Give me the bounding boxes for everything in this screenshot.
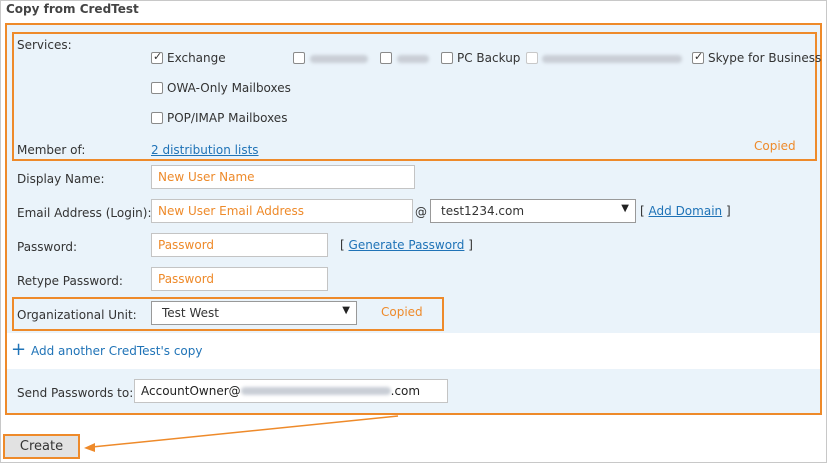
blurred-service-label — [397, 55, 429, 63]
pop-imap-label: POP/IMAP Mailboxes — [167, 111, 288, 125]
copied-indicator: Copied — [754, 139, 796, 153]
chevron-down-icon: ▼ — [621, 203, 629, 214]
bracket-open: [ — [640, 204, 645, 218]
services-label: Services: — [17, 38, 72, 52]
email-input[interactable]: New User Email Address — [151, 199, 413, 223]
display-name-input[interactable]: New User Name — [151, 165, 415, 189]
ou-label: Organizational Unit: — [17, 308, 137, 322]
member-of-label: Member of: — [17, 143, 86, 157]
send-email-prefix: AccountOwner@ — [141, 384, 241, 398]
domain-value: test1234.com — [441, 204, 525, 218]
bracket-open: [ — [340, 238, 345, 252]
domain-select[interactable]: test1234.com ▼ — [430, 199, 636, 223]
exchange-checkbox[interactable] — [151, 50, 163, 64]
display-name-label: Display Name: — [17, 172, 105, 186]
service-checkbox-3[interactable] — [380, 52, 392, 64]
chevron-down-icon: ▼ — [342, 305, 350, 316]
plus-icon[interactable]: + — [11, 341, 26, 359]
skype-label: Skype for Business — [708, 51, 822, 65]
add-copy-link[interactable]: Add another CredTest's copy — [31, 344, 203, 358]
add-domain-group: [ Add Domain ] — [640, 204, 731, 218]
distribution-lists-link[interactable]: 2 distribution lists — [151, 143, 259, 157]
bracket-close: ] — [468, 238, 473, 252]
ou-value: Test West — [162, 306, 219, 320]
owa-label: OWA-Only Mailboxes — [167, 81, 291, 95]
bracket-close: ] — [725, 204, 731, 218]
blurred-service-label — [542, 55, 682, 63]
ou-select[interactable]: Test West ▼ — [151, 301, 357, 325]
generate-password-link[interactable]: Generate Password — [349, 238, 465, 252]
email-label: Email Address (Login): — [17, 206, 152, 220]
owa-checkbox[interactable] — [151, 82, 163, 94]
generate-password-group: [ Generate Password ] — [340, 238, 473, 252]
send-passwords-label: Send Passwords to: — [17, 386, 134, 400]
pc-backup-checkbox[interactable] — [441, 52, 453, 64]
pc-backup-label: PC Backup — [457, 51, 521, 65]
exchange-label: Exchange — [167, 51, 226, 65]
create-button[interactable]: Create — [3, 434, 80, 459]
add-domain-link[interactable]: Add Domain — [649, 204, 723, 218]
retype-password-input[interactable]: Password — [151, 267, 328, 291]
password-input[interactable]: Password — [151, 233, 328, 257]
pop-imap-checkbox[interactable] — [151, 112, 163, 124]
blurred-email-domain — [240, 387, 391, 395]
password-label: Password: — [17, 240, 78, 254]
retype-password-label: Retype Password: — [17, 274, 123, 288]
send-email-suffix: .com — [390, 384, 421, 398]
copied-indicator-ou: Copied — [381, 305, 423, 319]
skype-checkbox[interactable] — [692, 50, 704, 64]
at-sign: @ — [415, 205, 427, 219]
send-passwords-input[interactable]: AccountOwner@ .com — [134, 379, 448, 403]
service-checkbox-2[interactable] — [293, 52, 305, 64]
service-checkbox-5[interactable] — [526, 52, 538, 64]
dialog-title: Copy from CredTest — [6, 2, 139, 16]
blurred-service-label — [310, 55, 368, 63]
